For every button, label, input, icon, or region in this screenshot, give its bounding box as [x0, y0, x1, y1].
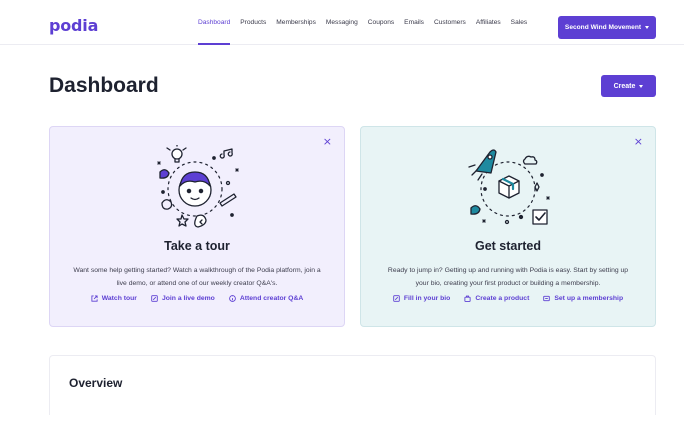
chevron-down-icon [639, 84, 644, 88]
account-menu-button[interactable]: Second Wind Movement [558, 16, 656, 39]
nav-messaging[interactable]: Messaging [326, 0, 358, 45]
get-started-links: Fill in your bio Create a product Set up… [361, 295, 655, 302]
nav-emails[interactable]: Emails [404, 0, 424, 45]
tour-links: Watch tour Join a live demo Attend creat… [50, 295, 344, 302]
watch-tour-label: Watch tour [101, 295, 137, 302]
tour-card-description: Want some help getting started? Watch a … [73, 267, 321, 287]
create-product-label: Create a product [475, 295, 530, 302]
watch-tour-link[interactable]: Watch tour [91, 295, 137, 302]
top-navbar: podia Dashboard Products Memberships Mes… [0, 0, 684, 45]
nav-affiliates[interactable]: Affiliates [476, 0, 501, 45]
create-button[interactable]: Create [601, 75, 656, 97]
membership-icon [543, 295, 551, 302]
info-icon [229, 295, 236, 302]
fill-in-bio-link[interactable]: Fill in your bio [393, 295, 450, 302]
nav-customers[interactable]: Customers [434, 0, 466, 45]
attend-creator-qa-link[interactable]: Attend creator Q&A [229, 295, 303, 302]
nav-sales[interactable]: Sales [511, 0, 528, 45]
bag-icon [464, 295, 471, 302]
edit-icon [393, 295, 400, 302]
join-live-demo-label: Join a live demo [161, 295, 215, 302]
create-product-link[interactable]: Create a product [464, 295, 529, 302]
nav-products[interactable]: Products [240, 0, 266, 45]
nav-memberships[interactable]: Memberships [276, 0, 316, 45]
get-started-illustration [468, 149, 550, 225]
join-live-demo-link[interactable]: Join a live demo [151, 295, 215, 302]
set-up-membership-label: Set up a membership [554, 295, 624, 302]
get-started-card: × Get started Ready to jump in? Getting … [360, 126, 656, 327]
nav-coupons[interactable]: Coupons [368, 0, 394, 45]
get-started-card-description: Ready to jump in? Getting up and running… [387, 267, 629, 287]
account-name: Second Wind Movement [564, 24, 642, 31]
create-button-label: Create [613, 82, 636, 90]
close-icon[interactable]: × [634, 136, 643, 148]
chevron-down-icon [645, 26, 650, 29]
close-icon[interactable]: × [323, 136, 332, 148]
podia-logo[interactable]: podia [49, 16, 98, 36]
take-a-tour-card: × Take a tour Want some help getting sta… [49, 126, 345, 327]
tour-card-title: Take a tour [164, 239, 230, 253]
external-link-icon [91, 295, 98, 302]
overview-panel: Overview [49, 355, 656, 415]
page-title: Dashboard [49, 74, 159, 97]
set-up-membership-link[interactable]: Set up a membership [543, 295, 623, 302]
attend-creator-qa-label: Attend creator Q&A [239, 295, 304, 302]
fill-in-bio-label: Fill in your bio [403, 295, 451, 302]
nav-dashboard[interactable]: Dashboard [198, 0, 231, 45]
edit-icon [151, 295, 158, 302]
overview-title: Overview [69, 376, 123, 390]
tour-illustration [157, 145, 239, 228]
main-nav: Dashboard Products Memberships Messaging… [198, 0, 537, 45]
get-started-card-title: Get started [475, 239, 541, 253]
